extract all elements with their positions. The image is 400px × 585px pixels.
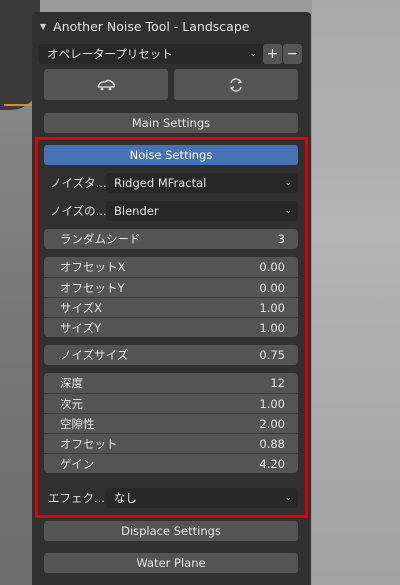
viewport-background-right [312, 0, 400, 585]
landscape-add-button[interactable] [44, 69, 168, 100]
operator-preset-dropdown[interactable]: オペレータープリセット ⌄ [39, 44, 263, 64]
panel-title: Another Noise Tool - Landscape [53, 18, 250, 34]
operator-preset-label: オペレータープリセット [47, 47, 173, 61]
main-settings-button[interactable]: Main Settings [44, 113, 298, 133]
add-preset-button[interactable]: + [263, 44, 282, 64]
refresh-icon [229, 77, 243, 92]
remove-preset-button[interactable]: − [283, 44, 302, 64]
panel-header[interactable]: ▼ Another Noise Tool - Landscape [32, 12, 311, 40]
highlight-outline [35, 137, 308, 518]
collapse-triangle-icon[interactable]: ▼ [40, 22, 46, 31]
refresh-button[interactable] [174, 69, 298, 100]
landscape-mesh-icon [97, 79, 115, 90]
displace-settings-button[interactable]: Displace Settings [44, 521, 298, 541]
water-plane-button[interactable]: Water Plane [44, 553, 298, 573]
chevron-down-icon: ⌄ [249, 49, 257, 59]
